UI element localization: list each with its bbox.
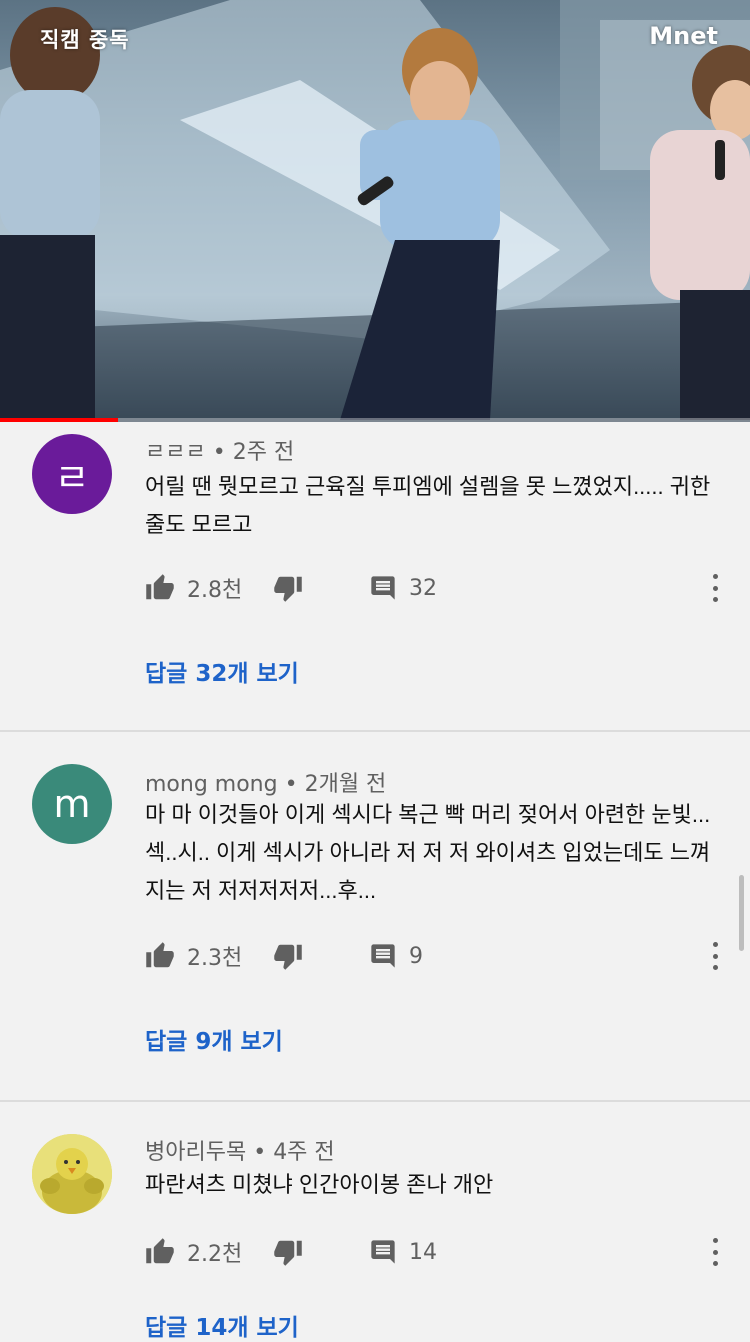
thumb-up-icon [146, 942, 174, 968]
like-count: 2.3천 [187, 946, 243, 971]
thumb-down-icon [274, 576, 302, 602]
avatar[interactable]: ㄹ [32, 434, 112, 514]
avatar[interactable] [32, 1134, 112, 1214]
chick-avatar-icon [32, 1134, 112, 1214]
reply-count: 14 [409, 1239, 437, 1265]
like-button[interactable]: 2.2천 [145, 1232, 242, 1272]
avatar-letter: m [53, 782, 91, 826]
meta-separator: • [284, 772, 305, 797]
comment-meta: mong mong • 2개월 전 [145, 766, 386, 798]
comment-actions: 2.2천 14 [145, 1232, 750, 1272]
more-vertical-icon[interactable] [710, 942, 720, 970]
comment-author[interactable]: mong mong [145, 772, 278, 797]
thumb-up-icon [146, 1238, 174, 1264]
video-frame [0, 0, 750, 422]
like-button[interactable]: 2.3천 [145, 936, 242, 976]
thumb-down-icon [274, 944, 302, 970]
video-player[interactable]: 직캠 중독 Mnet [0, 0, 750, 422]
comment-time: 4주 전 [273, 1140, 335, 1165]
comment-item: ㄹ ㄹㄹㄹ • 2주 전 어릴 땐 뭣모르고 근육질 투피엠에 설렘을 못 느꼈… [0, 422, 750, 732]
comment-text: 파란셔츠 미쳤냐 인간아이봉 존나 개안 [145, 1172, 494, 1197]
meta-separator: • [212, 440, 233, 465]
meta-separator: • [253, 1140, 274, 1165]
dislike-button[interactable] [273, 936, 303, 976]
comment-item: m mong mong • 2개월 전 마 마 이것들아 이게 섹시다 복근 빡… [0, 732, 750, 1102]
more-vertical-icon[interactable] [710, 574, 720, 602]
comment-item: 병아리두목 • 4주 전 파란셔츠 미쳤냐 인간아이봉 존나 개안 2.2천 1… [0, 1102, 750, 1342]
comment-actions: 2.8천 32 [145, 568, 750, 608]
scrollbar[interactable] [739, 875, 744, 951]
comment-icon [371, 944, 395, 968]
more-vertical-icon[interactable] [710, 1238, 720, 1266]
like-button[interactable]: 2.8천 [145, 568, 242, 608]
thumb-up-icon [146, 574, 174, 600]
like-count: 2.8천 [187, 578, 243, 603]
like-count: 2.2천 [187, 1242, 243, 1267]
channel-watermark: 직캠 중독 [40, 28, 130, 52]
avatar-letter: ㄹ [54, 455, 90, 500]
comment-time: 2개월 전 [304, 772, 387, 797]
reply-button[interactable]: 9 [369, 936, 423, 976]
view-replies-link[interactable]: 답글 32개 보기 [145, 654, 299, 688]
reply-button[interactable]: 14 [369, 1232, 437, 1272]
view-replies-link[interactable]: 답글 9개 보기 [145, 1022, 283, 1056]
comment-author[interactable]: 병아리두목 [145, 1140, 246, 1165]
dislike-button[interactable] [273, 568, 303, 608]
comment-icon [371, 1240, 395, 1264]
view-replies-link[interactable]: 답글 14개 보기 [145, 1308, 299, 1342]
comment-author[interactable]: ㄹㄹㄹ [145, 440, 206, 465]
comment-icon [371, 576, 395, 600]
avatar[interactable]: m [32, 764, 112, 844]
dislike-button[interactable] [273, 1232, 303, 1272]
comment-list: ㄹ ㄹㄹㄹ • 2주 전 어릴 땐 뭣모르고 근육질 투피엠에 설렘을 못 느꼈… [0, 422, 750, 1342]
comment-actions: 2.3천 9 [145, 936, 750, 976]
comment-time: 2주 전 [232, 440, 295, 465]
comment-text: 마 마 이것들아 이게 섹시다 복근 빡 머리 젖어서 아련한 눈빛... 섹.… [145, 802, 711, 903]
thumb-down-icon [274, 1240, 302, 1266]
reply-count: 32 [409, 575, 437, 601]
mnet-logo: Mnet [649, 22, 718, 50]
comment-text: 어릴 땐 뭣모르고 근육질 투피엠에 설렘을 못 느꼈었지..... 귀한 줄도… [145, 474, 711, 537]
reply-button[interactable]: 32 [369, 568, 437, 608]
reply-count: 9 [409, 943, 423, 969]
comment-meta: 병아리두목 • 4주 전 [145, 1134, 335, 1166]
comment-meta: ㄹㄹㄹ • 2주 전 [145, 434, 294, 466]
